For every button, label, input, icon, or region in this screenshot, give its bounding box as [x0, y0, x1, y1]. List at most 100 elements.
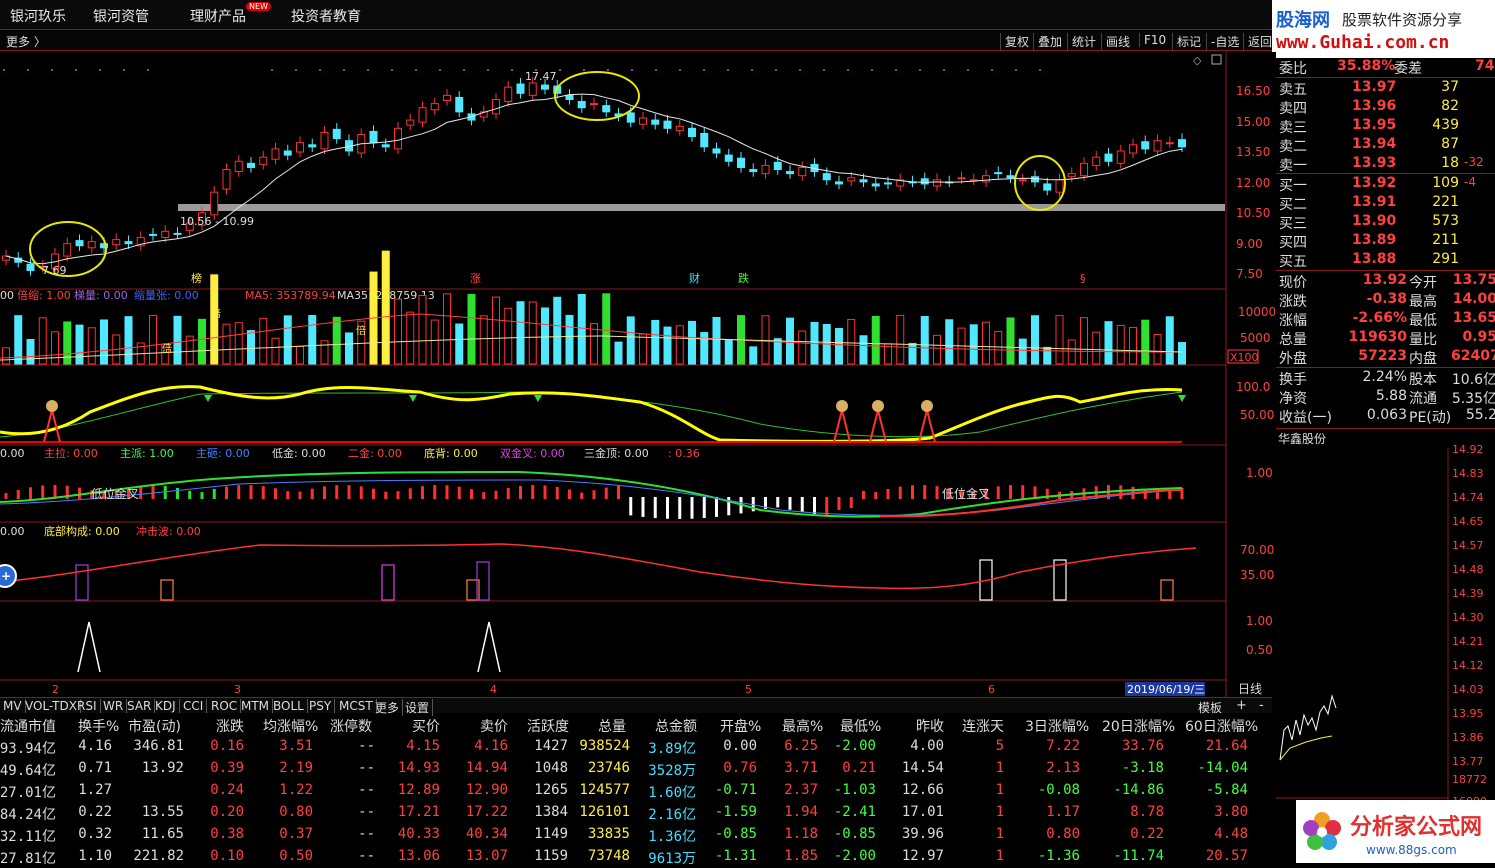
table-cell: 1.36亿	[648, 829, 696, 845]
indicator-tab[interactable]: KDJ	[152, 699, 180, 713]
svg-text:3: 3	[234, 683, 241, 696]
high-price-label: 17.47	[525, 70, 557, 83]
back-button[interactable]: 返回	[1243, 33, 1272, 50]
table-row[interactable]: 84.24亿 0.22 13.55 0.20 0.80 -- 17.21 17.22 1384 1…	[0, 801, 1272, 823]
indicator-tab[interactable]: CCI	[180, 699, 208, 713]
svg-text:15.00: 15.00	[1236, 115, 1270, 129]
nav-item-investor-education[interactable]: 投资者教育	[291, 6, 361, 26]
current-date: 2019/06/19/三	[1127, 683, 1205, 696]
column-header[interactable]: 流通市值	[0, 716, 56, 736]
indicator-tab[interactable]: MTM	[238, 699, 274, 713]
table-cell: 0.32	[78, 826, 112, 842]
candle	[1153, 140, 1162, 152]
event-mark[interactable]: §	[1080, 272, 1086, 285]
svg-text:X100: X100	[1230, 351, 1259, 364]
fuquan-button[interactable]: 复权	[1000, 33, 1029, 50]
event-mark[interactable]: 涨	[470, 272, 481, 285]
cross-label: 低位金叉	[91, 486, 139, 501]
column-header[interactable]: 换手%	[78, 716, 119, 736]
indicator-tab[interactable]: SAR	[124, 699, 156, 713]
candle	[773, 161, 782, 171]
column-header[interactable]: 最低%	[840, 716, 881, 736]
table-row[interactable]: 27.81亿 1.10 221.82 0.10 0.50 -- 13.06 13.07 1159…	[0, 845, 1272, 867]
mini-axis-label: 14.03	[1452, 683, 1484, 696]
table-cell: 1265	[534, 782, 568, 798]
nav-item-yinhe-jiule[interactable]: 银河玖乐	[10, 6, 66, 26]
table-cell: 40.33	[397, 826, 440, 842]
volume-bar	[614, 341, 623, 365]
nav-item-yinhe-ziguan[interactable]: 银河资管	[93, 6, 149, 26]
remove-watchlist-button[interactable]: -自选	[1206, 33, 1239, 50]
event-mark[interactable]: 财	[689, 271, 700, 285]
column-header[interactable]: 买价	[412, 716, 440, 736]
candle	[63, 243, 72, 257]
table-cell: 4.16	[78, 738, 112, 754]
candle	[565, 94, 574, 100]
column-header[interactable]: 最高%	[782, 716, 823, 736]
table-row[interactable]: 49.64亿 0.71 13.92 0.39 2.19 -- 14.93 14.94 1048 2…	[0, 757, 1272, 779]
candle	[822, 173, 831, 181]
stat2-row: 净资 5.88 流通 5.35亿	[1279, 388, 1495, 407]
table-cell: -1.03	[833, 782, 876, 798]
table-row[interactable]: 93.94亿 4.16 346.81 0.16 3.51 -- 4.15 4.16 1427 93…	[0, 735, 1272, 757]
table-row[interactable]: 27.01亿 1.27 0.24 1.22 -- 12.89 12.90 1265 124577…	[0, 779, 1272, 801]
minus-button[interactable]: -	[1259, 698, 1264, 713]
table-row[interactable]: 32.11亿 0.32 11.65 0.38 0.37 -- 40.33 40.34 1149 3…	[0, 823, 1272, 845]
column-header[interactable]: 活跃度	[527, 716, 569, 736]
weibi-row: 委比 35.88% 委差 74	[1279, 58, 1495, 77]
column-header[interactable]: 涨停数	[330, 716, 372, 736]
period-label[interactable]: 日线	[1238, 682, 1262, 696]
indicator-tab[interactable]: RSI	[74, 699, 101, 713]
column-header[interactable]: 连涨天	[962, 716, 1004, 736]
column-header[interactable]: 昨收	[916, 716, 944, 736]
overlay-button[interactable]: 叠加	[1033, 33, 1062, 50]
column-header[interactable]: 涨跌	[216, 716, 244, 736]
column-header[interactable]: 总金额	[655, 716, 697, 736]
candle	[994, 172, 1003, 175]
f10-button[interactable]: F10	[1139, 33, 1166, 47]
plus-button[interactable]: +	[1236, 698, 1247, 713]
table-cell: -5.84	[1205, 782, 1248, 798]
svg-text:16.50: 16.50	[1236, 84, 1270, 98]
table-cell: 12.97	[901, 848, 944, 864]
candle	[1031, 176, 1039, 183]
table-cell: 49.64亿	[0, 763, 56, 779]
indicator-tab[interactable]: ROC	[208, 699, 242, 713]
candle	[296, 142, 304, 153]
candle	[492, 98, 500, 115]
event-mark[interactable]: 跌	[738, 271, 749, 285]
nav-item-licai-chanpin[interactable]: 理财产品	[190, 6, 246, 26]
column-header[interactable]: 3日涨幅%	[1025, 716, 1089, 736]
column-header[interactable]: 卖价	[480, 716, 508, 736]
column-header[interactable]: 均涨幅%	[263, 716, 318, 736]
table-cell: 1.27	[78, 782, 112, 798]
table-cell: -2.41	[833, 804, 876, 820]
draw-line-button[interactable]: 画线	[1101, 33, 1130, 50]
column-header[interactable]: 市盈(动)	[128, 716, 181, 736]
column-header[interactable]: 20日涨幅%	[1102, 716, 1175, 736]
column-header[interactable]: 开盘%	[720, 716, 761, 736]
statistics-button[interactable]: 统计	[1067, 33, 1096, 50]
more-button[interactable]: 更多 〉	[6, 33, 46, 50]
event-mark[interactable]: 榜	[191, 271, 202, 285]
mark-button[interactable]: 标记	[1172, 33, 1201, 50]
indicator-tab[interactable]: MCST	[336, 699, 377, 713]
intraday-mini-chart[interactable]: 华鑫股份 14.92 14.83 14.74 14.65 14.57 14.48 14.39…	[1276, 430, 1495, 863]
signal-marker-icon	[921, 400, 933, 412]
mini-axis-label: 13.77	[1452, 755, 1484, 768]
indicator-tab[interactable]: VOL-TDX	[22, 699, 81, 713]
bid-row: 买一 13.92 109 -4	[1279, 175, 1476, 194]
indicator-tab[interactable]: PSY	[306, 699, 336, 713]
table-cell: 33835	[587, 826, 630, 842]
table-cell: 1159	[534, 848, 568, 864]
candle	[394, 127, 402, 150]
kline-chart-area[interactable]: 17.47 7.69 10.56 - 10.99 榜 涨 财 跌 § 16.50…	[0, 52, 1276, 700]
indicator-tab[interactable]: BOLL	[270, 699, 308, 713]
volume-bar	[87, 327, 96, 365]
table-cell: 0.22	[78, 804, 112, 820]
volume-bar	[1116, 324, 1125, 365]
column-header[interactable]: 总量	[598, 716, 626, 736]
diamond-icon[interactable]: ◇	[1193, 54, 1202, 67]
column-header[interactable]: 60日涨幅%	[1185, 716, 1258, 736]
signal-marker-icon	[836, 400, 848, 412]
